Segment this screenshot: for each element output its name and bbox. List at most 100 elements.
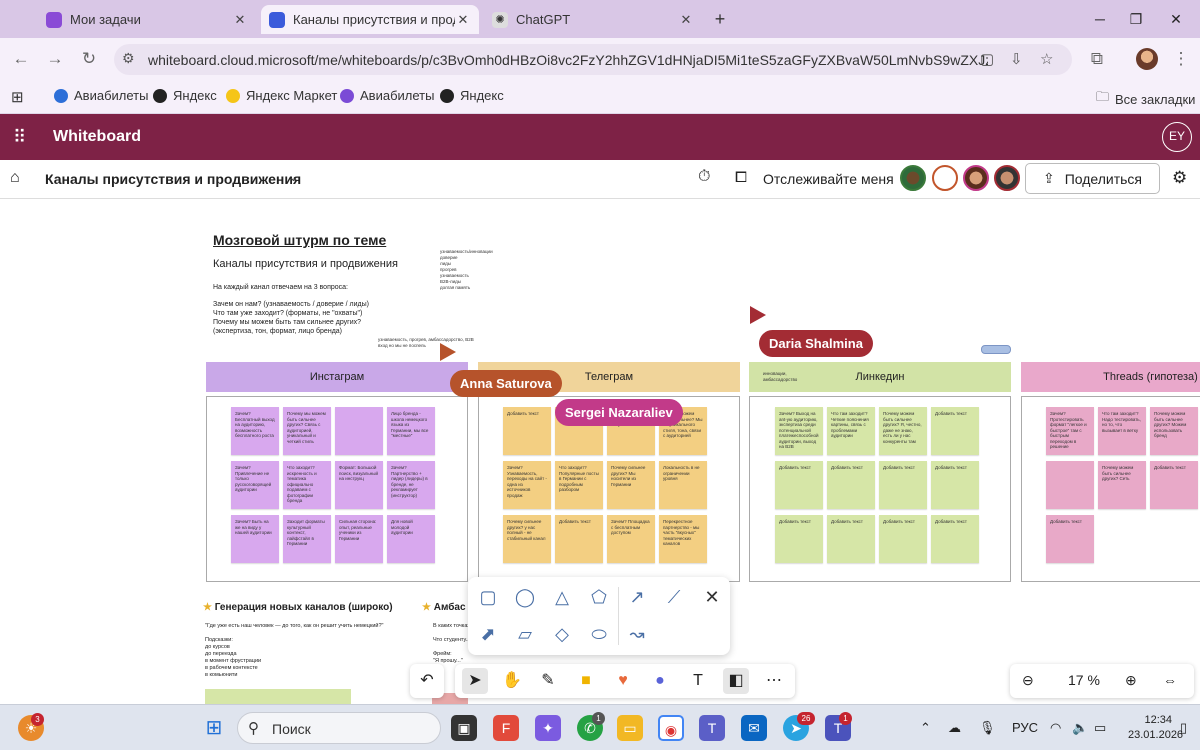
sticky-note[interactable]: Добавить текст xyxy=(879,461,927,509)
tab-chatgpt[interactable]: ✺ ChatGPT ✕ xyxy=(484,5,702,34)
clock[interactable]: 12:34 23.01.2026 xyxy=(1128,713,1183,743)
zoom-out-icon[interactable]: ⊖ xyxy=(1022,672,1034,689)
ellipse-shape-icon[interactable]: ⬭ xyxy=(587,622,611,646)
sticky-note[interactable]: Зачем? Протестировать формат "легкое и б… xyxy=(1046,407,1094,455)
follow-icon[interactable]: ⧠ xyxy=(735,169,747,186)
site-settings-icon[interactable]: ⚙ xyxy=(122,50,135,67)
sticky-note[interactable]: Добавить текст xyxy=(503,407,551,455)
block-arrow-shape-icon[interactable]: ⬈ xyxy=(476,622,500,646)
sticky-note[interactable]: Добавить текст xyxy=(1046,515,1094,563)
sticky-note[interactable]: Почему мы можем быть сильнее других? Свя… xyxy=(283,407,331,455)
volume-icon[interactable]: 🔈 xyxy=(1072,720,1088,736)
windows-start-icon[interactable]: ⊞ xyxy=(201,715,227,741)
tab-my-tasks[interactable]: Мои задачи ✕ xyxy=(38,5,256,34)
selection-handle[interactable] xyxy=(981,345,1011,354)
sticky-note[interactable]: Почему можем быть сильнее других? Сеть xyxy=(1098,461,1146,509)
sticky-note[interactable]: Зачем? Партнерство + лидер (лидеры) в бр… xyxy=(387,461,435,509)
participant-avatar[interactable] xyxy=(994,165,1020,191)
tiny-note[interactable]: узнаваемость/инновации доверие лиды прог… xyxy=(440,249,493,291)
sticky-note[interactable] xyxy=(335,407,383,455)
column-header-threads[interactable]: Threads (гипотеза) xyxy=(1021,362,1200,392)
board-title[interactable]: Каналы присутствия и продвижения xyxy=(45,171,301,187)
gear-icon[interactable]: ⚙ xyxy=(1172,168,1187,188)
section-ambassadors[interactable]: ★ Амбас xyxy=(422,602,466,613)
bookmark-star-icon[interactable]: ☆ xyxy=(1040,50,1053,68)
teams-icon[interactable]: T xyxy=(699,715,725,741)
home-icon[interactable]: ⌂ xyxy=(10,169,20,187)
sticky-note[interactable]: Зачем? Быть на же на виду у нашей аудито… xyxy=(231,515,279,563)
sticky-note[interactable]: Что там заходит? Надо тестировать, но то… xyxy=(1098,407,1146,455)
sticky-note[interactable]: Добавить текст xyxy=(931,407,979,455)
sticky-note[interactable]: Лицо бренда - школа немецкого языка из Г… xyxy=(387,407,435,455)
partial-notes-row[interactable] xyxy=(205,689,351,704)
sticky-note[interactable]: Для новой молодой аудитории xyxy=(387,515,435,563)
install-app-icon[interactable]: ⇩ xyxy=(1010,50,1023,68)
task-view-icon[interactable]: ▣ xyxy=(451,715,477,741)
sticky-note[interactable]: Зачем? Узнаваемость, переходы на сайт - … xyxy=(503,461,551,509)
reactions-heart-icon[interactable]: ♥ xyxy=(610,668,636,694)
reload-icon[interactable]: ↻ xyxy=(78,48,100,70)
zoom-level[interactable]: 17 % xyxy=(1068,672,1100,688)
triangle-shape-icon[interactable]: △ xyxy=(550,585,574,609)
sticky-note[interactable]: Добавить текст xyxy=(931,461,979,509)
back-icon[interactable]: ← xyxy=(10,48,32,70)
undo-button[interactable]: ↶ xyxy=(410,664,444,698)
sticky-note[interactable]: Добавить текст xyxy=(827,515,875,563)
sticky-note[interactable] xyxy=(1046,461,1094,509)
sticky-note[interactable]: Добавить текст xyxy=(775,515,823,563)
tiny-note[interactable]: инновации, амбассадорство xyxy=(763,371,797,383)
diamond-shape-icon[interactable]: ◇ xyxy=(550,622,574,646)
shapes-tool-icon[interactable]: ◧ xyxy=(723,668,749,694)
follow-me-button[interactable]: Отслеживайте меня xyxy=(763,171,894,187)
sticky-note[interactable]: Зачем? Привлечение не только русскоговор… xyxy=(231,461,279,509)
outlook-icon[interactable]: ✉ xyxy=(741,715,767,741)
sticky-note[interactable]: Сильная сторона: опыт, реальные ученики … xyxy=(335,515,383,563)
url-text[interactable]: whiteboard.cloud.microsoft/me/whiteboard… xyxy=(148,52,988,68)
close-icon[interactable]: ✕ xyxy=(455,12,471,28)
new-tab-icon[interactable]: + xyxy=(708,8,732,32)
menu-icon[interactable]: ⋮ xyxy=(1170,48,1192,70)
bookmark-item[interactable]: Авиабилеты xyxy=(340,88,434,103)
sticky-note[interactable]: Локальность в не ограничении уровня xyxy=(659,461,707,509)
sticky-note[interactable]: Что заходит? Популярные посты в Германии… xyxy=(555,461,603,509)
language-indicator[interactable]: РУС xyxy=(1012,720,1038,735)
sticky-note[interactable]: Зачем? Бесплатный выход на аудиторию, во… xyxy=(231,407,279,455)
comment-icon[interactable]: ● xyxy=(647,668,673,694)
figma-icon[interactable]: F xyxy=(493,715,519,741)
sticky-note[interactable]: Добавить текст xyxy=(827,461,875,509)
close-icon[interactable]: ✕ xyxy=(678,12,694,28)
all-bookmarks[interactable]: 🗀 Все закладки xyxy=(1096,88,1195,110)
sticky-note-icon[interactable]: ■ xyxy=(573,668,599,694)
select-tool-icon[interactable]: ➤ xyxy=(462,668,488,694)
user-avatar[interactable]: EY xyxy=(1162,122,1192,152)
sticky-note[interactable]: Добавить текст xyxy=(879,515,927,563)
more-tools-icon[interactable]: ⋯ xyxy=(761,668,787,694)
sticky-note[interactable]: Почему сильнее других? Мы носители из Ге… xyxy=(607,461,655,509)
tiny-note[interactable]: узнаваемость, прогрев, амбассадорство, B… xyxy=(378,337,474,349)
zoom-in-icon[interactable]: ⊕ xyxy=(1125,672,1137,689)
hand-tool-icon[interactable]: ✋ xyxy=(499,668,525,694)
sticky-note[interactable]: Зачем? Выход на ant-ую аудиторию, экспер… xyxy=(775,407,823,455)
chevron-up-icon[interactable]: ⌃ xyxy=(920,720,931,736)
sticky-note[interactable]: Почему можем быть сильнее других? Можем … xyxy=(1150,407,1198,455)
participant-avatar[interactable] xyxy=(900,165,926,191)
sticky-note[interactable]: Добавить текст xyxy=(775,461,823,509)
notifications-icon[interactable]: ▯ xyxy=(1180,720,1187,736)
restore-icon[interactable]: ❐ xyxy=(1124,8,1148,30)
bookmark-item[interactable]: Яндекс xyxy=(440,88,504,103)
timer-icon[interactable]: ⏱ xyxy=(698,168,710,186)
circle-shape-icon[interactable]: ◯ xyxy=(513,585,537,609)
chrome-icon[interactable]: ◉ xyxy=(658,715,684,741)
parallelogram-shape-icon[interactable]: ▱ xyxy=(513,622,537,646)
taskbar-search[interactable]: ⚲ Поиск xyxy=(237,712,441,744)
profile-avatar[interactable] xyxy=(1136,48,1158,70)
sticky-note[interactable]: Почему можем быть сильнее других? Я, чес… xyxy=(879,407,927,455)
arrow-line-icon[interactable]: ↗ xyxy=(625,585,649,609)
pen-tool-icon[interactable]: ✎ xyxy=(535,668,561,694)
text-tool-icon[interactable]: T xyxy=(685,668,711,694)
clipboard-icon[interactable]: ▢ xyxy=(980,50,994,68)
fit-to-screen-icon[interactable]: ⇔ xyxy=(1163,672,1177,688)
pentagon-shape-icon[interactable]: ⬠ xyxy=(587,585,611,609)
sticky-note[interactable]: Формат: Большой поиск, визуальный на инс… xyxy=(335,461,383,509)
generation-text[interactable]: "Где уже есть наш человек — до того, как… xyxy=(205,623,384,679)
